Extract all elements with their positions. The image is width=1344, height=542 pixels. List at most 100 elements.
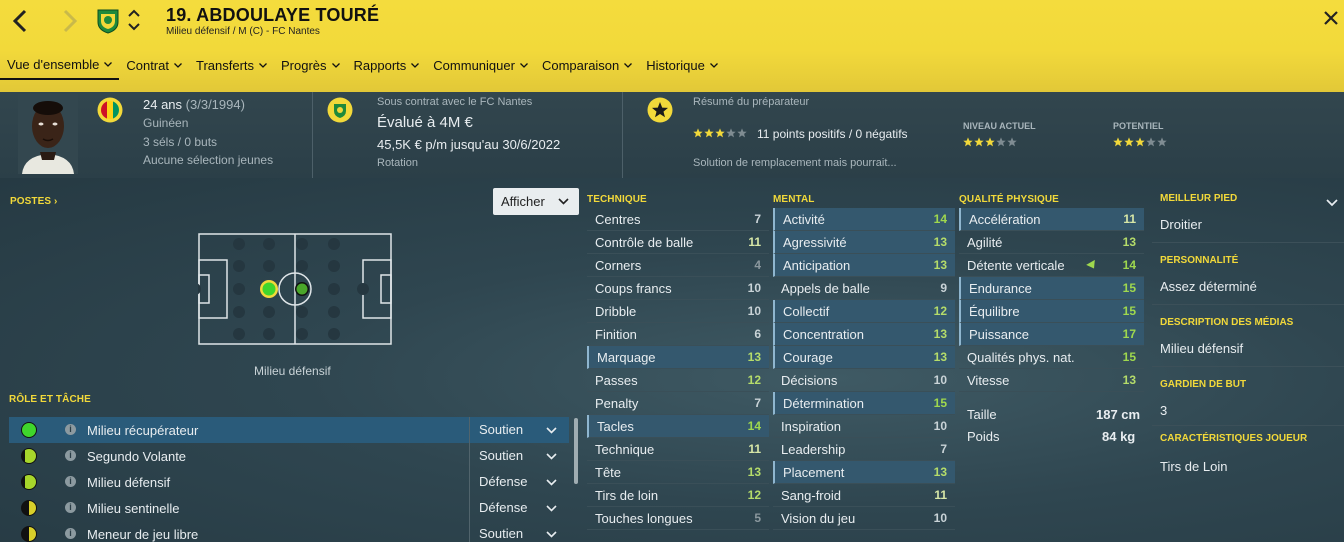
attribute-row[interactable]: Tirs de loin 12 <box>587 484 769 507</box>
attribute-value: 10 <box>747 281 761 295</box>
attribute-value: 13 <box>747 350 761 364</box>
player-dob: (3/3/1994) <box>185 97 245 112</box>
duty-dropdown[interactable]: Soutien <box>469 443 569 469</box>
attribute-row[interactable]: Vitesse 13 <box>959 369 1144 392</box>
attribute-value: 13 <box>1122 373 1136 387</box>
show-dropdown[interactable]: Afficher <box>493 188 579 215</box>
attribute-row[interactable]: Agressivité 13 <box>773 231 955 254</box>
personality-section: PERSONNALITÉ Assez déterminé <box>1152 255 1344 305</box>
role-suitability-icon <box>21 500 37 516</box>
duty-label: Soutien <box>479 422 524 437</box>
close-icon[interactable] <box>1322 9 1340 27</box>
up-down-arrows-icon[interactable] <box>127 6 141 34</box>
attribute-row[interactable]: Vision du jeu 10 <box>773 507 955 530</box>
duty-dropdown[interactable]: Soutien <box>469 417 569 443</box>
duty-label: Soutien <box>479 448 524 463</box>
info-icon[interactable]: i <box>65 528 76 539</box>
attribute-row[interactable]: Technique 11 <box>587 438 769 461</box>
menu-item-label: Rapports <box>353 57 407 73</box>
player-trait-item[interactable]: Tirs de Loin <box>1160 459 1227 474</box>
menu-item[interactable]: Rapports <box>347 50 427 80</box>
show-dropdown-label: Afficher <box>501 194 545 209</box>
role-row[interactable]: i Milieu sentinelle Défense <box>9 495 569 521</box>
attribute-row[interactable]: Détermination 15 <box>773 392 955 415</box>
report-summary[interactable]: Solution de remplacement mais pourrait..… <box>693 157 897 169</box>
info-icon[interactable]: i <box>65 450 76 461</box>
attribute-row[interactable]: Placement 13 <box>773 461 955 484</box>
attribute-row[interactable]: Passes 12 <box>587 369 769 392</box>
chevron-down-icon[interactable] <box>1326 199 1338 207</box>
attribute-value: 7 <box>754 212 761 226</box>
chevron-down-icon <box>546 505 557 512</box>
chevron-down-icon <box>709 62 718 68</box>
attribute-row[interactable]: Puissance 17 <box>959 323 1144 346</box>
attribute-row[interactable]: Inspiration 10 <box>773 415 955 438</box>
chevron-down-icon <box>558 198 569 205</box>
up-arrow-icon <box>1086 260 1095 269</box>
attribute-row[interactable]: Concentration 13 <box>773 323 955 346</box>
chevron-right-icon[interactable] <box>56 8 82 34</box>
role-name: Meneur de jeu libre <box>87 527 199 542</box>
attribute-row[interactable]: Tacles 14 <box>587 415 769 438</box>
info-icon[interactable]: i <box>65 424 76 435</box>
attribute-row[interactable]: Corners 4 <box>587 254 769 277</box>
attribute-name: Leadership <box>781 442 846 457</box>
attribute-row[interactable]: Sang-froid 11 <box>773 484 955 507</box>
duty-dropdown[interactable]: Défense <box>469 469 569 495</box>
selected-position-label: Milieu défensif <box>254 364 331 378</box>
attribute-row[interactable]: Anticipation 13 <box>773 254 955 277</box>
role-list-scrollbar[interactable] <box>574 418 578 484</box>
attribute-row[interactable]: Appels de balle 9 <box>773 277 955 300</box>
attribute-row[interactable]: Détente verticale 14 <box>959 254 1144 277</box>
attribute-row[interactable]: Dribble 10 <box>587 300 769 323</box>
attribute-row[interactable]: Contrôle de balle 11 <box>587 231 769 254</box>
attribute-row[interactable]: Équilibre 15 <box>959 300 1144 323</box>
attribute-row[interactable]: Endurance 15 <box>959 277 1144 300</box>
attribute-row[interactable]: Courage 13 <box>773 346 955 369</box>
role-row[interactable]: i Segundo Volante Soutien <box>9 443 569 469</box>
attribute-row[interactable]: Qualités phys. nat. 15 <box>959 346 1144 369</box>
guinea-flag-icon <box>97 97 123 123</box>
attribute-row[interactable]: Tête 13 <box>587 461 769 484</box>
attribute-row[interactable]: Collectif 12 <box>773 300 955 323</box>
role-row[interactable]: i Milieu défensif Défense <box>9 469 569 495</box>
attribute-row[interactable]: Marquage 13 <box>587 346 769 369</box>
star-filled-icon <box>1135 137 1145 147</box>
menu-item[interactable]: Communiquer <box>426 50 535 80</box>
duty-dropdown[interactable]: Défense <box>469 495 569 521</box>
duty-label: Soutien <box>479 526 524 541</box>
attribute-row[interactable]: Accélération 11 <box>959 208 1144 231</box>
info-icon[interactable]: i <box>65 502 76 513</box>
star-filled-icon <box>1124 137 1134 147</box>
attribute-row[interactable]: Décisions 10 <box>773 369 955 392</box>
attribute-row[interactable]: Finition 6 <box>587 323 769 346</box>
menu-item[interactable]: Transferts <box>189 50 274 80</box>
attribute-row[interactable]: Centres 7 <box>587 208 769 231</box>
menu-item[interactable]: Contrat <box>119 50 189 80</box>
attribute-value: 10 <box>747 304 761 318</box>
chevron-down-icon <box>104 61 113 67</box>
positions-title[interactable]: POSTES › <box>10 196 57 207</box>
player-wage: 45,5K € p/m jusqu'au 30/6/2022 <box>377 137 561 152</box>
attribute-row[interactable]: Coups francs 10 <box>587 277 769 300</box>
menu-item[interactable]: Historique <box>639 50 725 80</box>
attribute-row[interactable]: Leadership 7 <box>773 438 955 461</box>
role-row[interactable]: i Meneur de jeu libre Soutien <box>9 521 569 542</box>
menu-item[interactable]: Progrès <box>274 50 347 80</box>
attribute-value: 15 <box>1122 350 1136 364</box>
info-icon[interactable]: i <box>65 476 76 487</box>
current-ability-stars <box>963 137 1017 147</box>
menu-item[interactable]: Comparaison <box>535 50 639 80</box>
duty-dropdown[interactable]: Soutien <box>469 521 569 542</box>
chevron-left-icon[interactable] <box>8 8 34 34</box>
attribute-row[interactable]: Agilité 13 <box>959 231 1144 254</box>
role-suitability-icon <box>21 448 37 464</box>
attribute-row[interactable]: Activité 14 <box>773 208 955 231</box>
role-row[interactable]: i Milieu récupérateur Soutien <box>9 417 569 443</box>
menu-item[interactable]: Vue d'ensemble <box>0 50 120 80</box>
attribute-name: Touches longues <box>595 511 693 526</box>
attribute-row[interactable]: Touches longues 5 <box>587 507 769 530</box>
media-description-title: DESCRIPTION DES MÉDIAS <box>1160 317 1294 328</box>
attribute-row[interactable]: Penalty 7 <box>587 392 769 415</box>
chevron-down-icon <box>546 531 557 538</box>
